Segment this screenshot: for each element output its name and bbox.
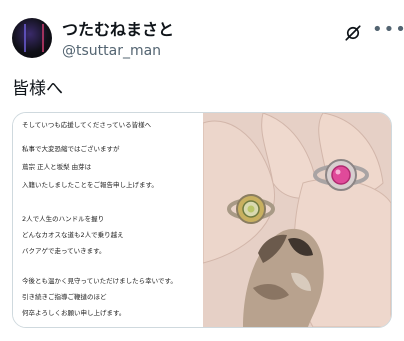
letter-line: そしていつも応援してくださっている皆様へ: [22, 121, 152, 129]
more-icon[interactable]: •••: [372, 20, 404, 40]
grok-icon[interactable]: [344, 24, 362, 42]
avatar[interactable]: [12, 18, 52, 58]
letter-line: どんなカオスな道も2人で乗り越え: [22, 231, 124, 239]
post-image-card[interactable]: そしていつも応援してくださっている皆様へ 私事で大変恐縮ではございますが 蔦宗 …: [12, 112, 392, 328]
letter-line: 蔦宗 正人と坂梨 由芽は: [22, 163, 92, 171]
letter-line: 2人で人生のハンドルを握り: [22, 215, 105, 223]
letter-line: 引き続きご指導ご鞭撻のほど: [22, 293, 107, 301]
letter-line: バクアゲで走っていきます。: [22, 247, 106, 255]
rings-photo: [203, 113, 391, 327]
post-text: 皆様へ: [12, 79, 63, 99]
user-handle[interactable]: @tsuttar_man: [62, 42, 161, 60]
display-name[interactable]: つたむねまさと: [62, 20, 174, 40]
letter-line: 入籍いたしましたことをご報告申し上げます。: [22, 181, 158, 189]
letter-line: 今後とも温かく見守っていただけましたら幸いです。: [22, 277, 177, 285]
announcement-letter: そしていつも応援してくださっている皆様へ 私事で大変恐縮ではございますが 蔦宗 …: [13, 113, 203, 327]
letter-line: 何卒よろしくお願い申し上げます。: [22, 309, 126, 317]
letter-line: 私事で大変恐縮ではございますが: [22, 145, 120, 153]
